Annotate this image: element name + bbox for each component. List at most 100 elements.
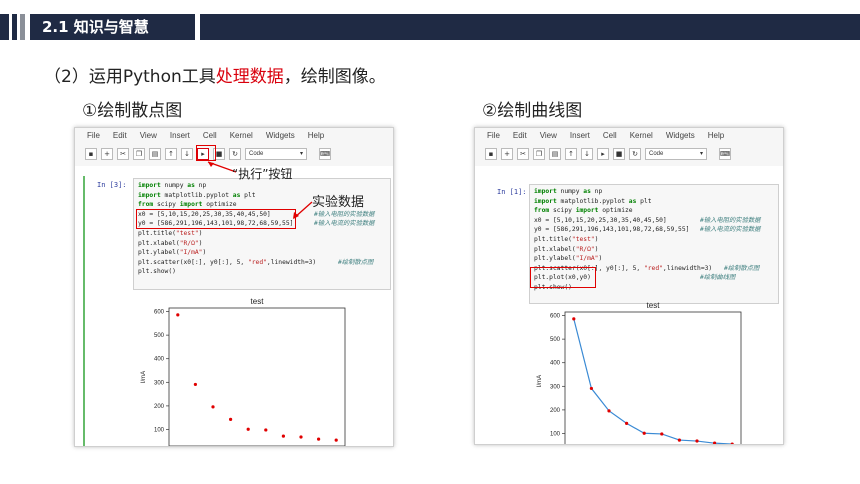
data-point xyxy=(572,317,576,321)
y-tick-label: 500 xyxy=(550,337,561,343)
data-point xyxy=(281,434,285,438)
line-chart: test10 20 30 40 50100200300400500600R/ΩI/mA xyxy=(537,301,742,444)
menu-item-cell[interactable]: Cell xyxy=(203,128,217,144)
y-tick-label: 100 xyxy=(550,431,561,437)
subtitle-suffix: ，绘制图像。 xyxy=(283,67,386,87)
data-point xyxy=(660,432,664,436)
menu-item-help[interactable]: Help xyxy=(308,128,324,144)
paste-icon[interactable]: ▤ xyxy=(549,148,561,160)
code-line: plt.ylabel("I/mA") xyxy=(534,255,603,263)
arrow-icon xyxy=(293,201,313,219)
plot-area xyxy=(564,311,742,444)
move-down-icon[interactable]: ↓ xyxy=(581,148,593,160)
data-point xyxy=(695,439,699,443)
data-point xyxy=(193,382,197,387)
y-tick-label: 100 xyxy=(154,427,165,433)
menu-item-cell[interactable]: Cell xyxy=(603,128,617,144)
move-up-icon[interactable]: ↑ xyxy=(165,148,177,160)
cell-type-select[interactable]: Code xyxy=(245,148,307,160)
move-down-icon[interactable]: ↓ xyxy=(181,148,193,160)
code-comment: #绘制散点图 xyxy=(724,264,760,272)
left-column-title: ①绘制散点图 xyxy=(82,101,183,121)
menu-item-view[interactable]: View xyxy=(140,128,157,144)
cell-type-select[interactable]: Code xyxy=(645,148,707,160)
right-column-title: ②绘制曲线图 xyxy=(482,101,583,121)
data-point xyxy=(246,427,250,431)
keyboard-icon[interactable]: ⌨ xyxy=(719,148,731,160)
add-cell-icon[interactable]: + xyxy=(101,148,113,160)
restart-icon[interactable]: ↻ xyxy=(629,148,641,160)
data-point xyxy=(229,417,233,421)
menu-item-kernel[interactable]: Kernel xyxy=(630,128,653,144)
move-up-icon[interactable]: ↑ xyxy=(565,148,577,160)
code-line: plt.scatter(x0[:], y0[:], 5, "red",linew… xyxy=(138,258,374,266)
chart-title: test xyxy=(647,301,661,310)
menu-item-file[interactable]: File xyxy=(487,128,500,144)
data-point xyxy=(625,421,629,425)
menu-item-file[interactable]: File xyxy=(87,128,100,144)
cut-icon[interactable]: ✂ xyxy=(517,148,529,160)
code-line: plt.xlabel("R/Ω") xyxy=(534,245,599,253)
slide-subtitle: （2）运用Python工具处理数据，绘制图像。 xyxy=(44,62,386,87)
menu-item-insert[interactable]: Insert xyxy=(570,128,590,144)
subtitle-highlight: 处理数据 xyxy=(215,67,284,87)
header-accent-bar xyxy=(0,14,9,40)
menu-item-edit[interactable]: Edit xyxy=(113,128,127,144)
run-button-annotation: “执行”按钮 xyxy=(232,167,293,181)
restart-icon[interactable]: ↻ xyxy=(229,148,241,160)
add-cell-icon[interactable]: + xyxy=(501,148,513,160)
data-point xyxy=(677,438,681,442)
data-point xyxy=(589,386,593,391)
paste-icon[interactable]: ▤ xyxy=(149,148,161,160)
subtitle-prefix: （2）运用Python工具 xyxy=(44,67,216,87)
code-comment: #输入电阻的实验数据 xyxy=(314,210,375,218)
cell-prompt: In [3]: xyxy=(97,181,127,189)
code-line: y0 = [586,291,196,143,101,98,72,68,59,55… xyxy=(534,226,761,234)
data-annotation: 实验数据 xyxy=(312,195,365,210)
header-accent-bar xyxy=(20,14,25,40)
cut-icon[interactable]: ✂ xyxy=(117,148,129,160)
menu-item-help[interactable]: Help xyxy=(708,128,724,144)
notebook-menubar: File Edit View Insert Cell Kernel Widgets Help xyxy=(75,128,393,144)
code-comment: #绘制散点图 xyxy=(338,258,374,266)
run-icon[interactable]: ▸ xyxy=(597,148,609,160)
keyboard-icon[interactable]: ⌨ xyxy=(319,148,331,160)
code-comment: #输入电流的实验数据 xyxy=(700,226,761,234)
code-line: import numpy as np xyxy=(534,188,603,195)
code-comment: #绘制曲线图 xyxy=(700,274,736,282)
code-line: plt.xlabel("R/Ω") xyxy=(138,239,203,247)
save-icon[interactable]: ▪ xyxy=(85,148,97,160)
section-title: 2.1 知识与智慧 xyxy=(30,14,195,40)
notebook-body: In [1]: import numpy as np import matplot… xyxy=(475,166,783,444)
menu-item-insert[interactable]: Insert xyxy=(170,128,190,144)
copy-icon[interactable]: ❐ xyxy=(533,148,545,160)
code-line: plt.title("test") xyxy=(138,229,203,237)
y-tick-label: 400 xyxy=(550,361,561,367)
menu-item-widgets[interactable]: Widgets xyxy=(266,128,295,144)
data-point xyxy=(176,313,180,317)
code-comment: #输入电流的实验数据 xyxy=(314,220,375,228)
y-tick-label: 200 xyxy=(154,404,165,410)
y-axis-label: I/mA xyxy=(537,375,543,387)
stop-icon[interactable]: ■ xyxy=(613,148,625,160)
copy-icon[interactable]: ❐ xyxy=(133,148,145,160)
data-point xyxy=(211,405,215,409)
cell-prompt: In [1]: xyxy=(497,188,527,196)
scatter-chart: test10 20 30 40 50100200300400500600R/ΩI/mA xyxy=(141,297,346,446)
plot-area xyxy=(168,307,346,446)
data-point xyxy=(642,431,646,435)
menu-item-widgets[interactable]: Widgets xyxy=(666,128,695,144)
cell-selection-bar xyxy=(83,176,85,446)
header-banner xyxy=(200,14,860,40)
save-icon[interactable]: ▪ xyxy=(485,148,497,160)
y-tick-label: 600 xyxy=(550,314,561,320)
y-tick-label: 600 xyxy=(154,310,165,316)
menu-item-edit[interactable]: Edit xyxy=(513,128,527,144)
code-line: import matplotlib.pyplot as plt xyxy=(534,197,652,205)
header-accent-bar xyxy=(12,14,17,40)
menu-item-view[interactable]: View xyxy=(540,128,557,144)
menu-item-kernel[interactable]: Kernel xyxy=(230,128,253,144)
data-point xyxy=(317,437,321,441)
data-point xyxy=(334,438,338,442)
plot-line-highlight xyxy=(530,267,596,288)
